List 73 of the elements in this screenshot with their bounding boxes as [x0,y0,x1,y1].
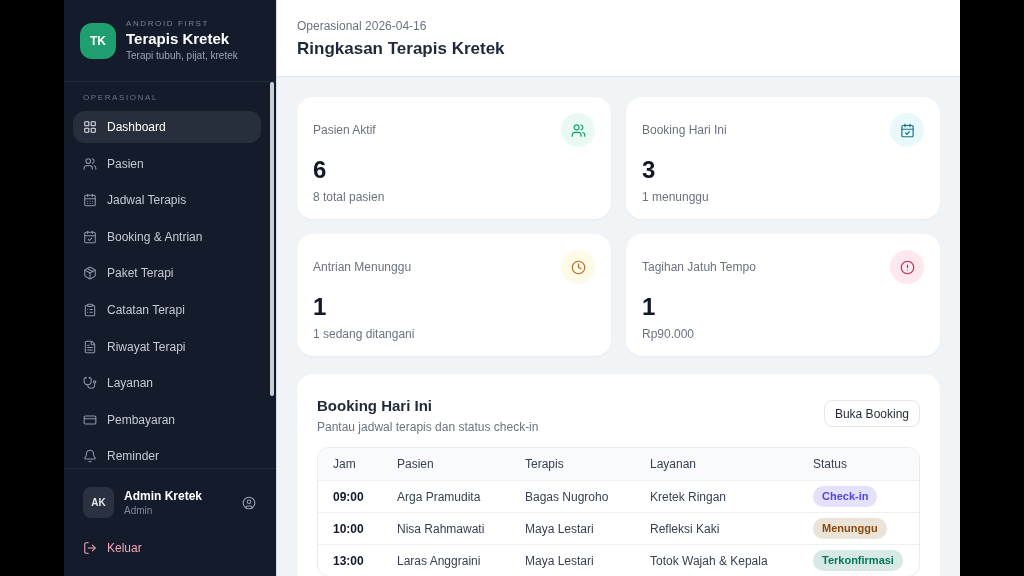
stethoscope-icon [83,376,97,391]
user-icon[interactable] [242,495,256,510]
stat-label: Tagihan Jatuh Tempo [642,259,756,276]
nav-item[interactable]: Pasien [73,147,261,180]
user-role: Admin [124,503,154,517]
nav-item[interactable]: Reminder [73,440,261,468]
table-cell-text: Maya Lestari [525,520,594,538]
column-header: Status [813,456,848,473]
clipboard-icon [83,302,97,317]
alert-icon [890,250,924,284]
stat-note: 8 total pasien [313,189,385,205]
table-cell-text: Arga Pramudita [397,488,481,506]
section-label: OPERASIONAL [82,93,159,103]
stat-value: 1 [642,293,656,321]
calendar-icon [83,193,97,208]
column-header: Pasien [397,456,434,473]
brand-subtitle: Terapi tubuh, pijat, kretek [126,49,238,62]
brand-title: Terapis Kretek [126,29,231,49]
open-booking-button[interactable]: Buka Booking [823,400,920,427]
table-cell-text: Nisa Rahmawati [397,520,485,538]
grid-icon [83,120,97,134]
users-icon [83,156,97,171]
panel-title: Booking Hari Ini [317,396,433,416]
calendar-check-icon [890,113,924,147]
table-cell-text: Maya Lestari [525,552,594,570]
nav-item[interactable]: Riwayat Terapi [73,330,261,363]
nav-item[interactable]: Layanan [73,367,261,400]
user-avatar: AK [83,487,114,518]
page-title: Ringkasan Terapis Kretek [297,37,506,60]
stat-label: Booking Hari Ini [642,122,727,139]
status-badge: Menunggu [813,518,887,539]
nav-item[interactable]: Booking & Antrian [73,220,261,253]
table-cell-text: Laras Anggraini [397,552,481,570]
brand-eyebrow: ANDROID FIRST [126,19,211,29]
nav-item[interactable]: Dashboard [73,111,261,143]
stat-note: 1 sedang ditangani [313,326,415,342]
column-header: Jam [333,456,356,473]
bell-icon [83,449,97,464]
document-icon [83,339,97,354]
stat-label: Pasien Aktif [313,122,376,139]
stat-value: 6 [313,156,327,184]
table-cell-text: Kretek Ringan [650,488,727,506]
logout-link[interactable]: Keluar [83,538,142,558]
nav-item[interactable]: Paket Terapi [73,257,261,290]
status-badge: Terkonfirmasi [813,550,903,571]
table-cell-text: 10:00 [333,520,364,538]
panel-subtitle: Pantau jadwal terapis dan status check-in [317,419,539,435]
logo-tile: TK [80,22,116,59]
calendar-check-icon [83,229,97,244]
table-cell-text: Totok Wajah & Kepala [650,552,768,570]
box-icon [83,266,97,281]
nav-item[interactable]: Pembayaran [73,403,261,436]
stat-note: 1 menunggu [642,189,709,205]
header-eyebrow: Operasional 2026-04-16 [297,17,428,34]
status-badge: Check-in [813,486,878,507]
user-name: Admin Kretek [124,488,204,504]
nav-item[interactable]: Catatan Terapi [73,293,261,326]
stat-value: 1 [313,293,327,321]
scrollbar-thumb[interactable] [270,82,274,396]
nav-item[interactable]: Jadwal Terapis [73,184,261,217]
stat-label: Antrian Menunggu [313,259,412,276]
table-cell-text: 09:00 [333,488,364,506]
table-cell-text: 13:00 [333,552,364,570]
column-header: Layanan [650,456,697,473]
table-cell-text: Bagas Nugroho [525,488,609,506]
credit-card-icon [83,412,97,427]
logout-icon [83,541,97,555]
table-cell-text: Refleksi Kaki [650,520,720,538]
clock-icon [561,250,595,284]
users-icon [561,113,595,147]
stat-note: Rp90.000 [642,326,695,342]
stat-value: 3 [642,156,656,184]
column-header: Terapis [525,456,564,473]
